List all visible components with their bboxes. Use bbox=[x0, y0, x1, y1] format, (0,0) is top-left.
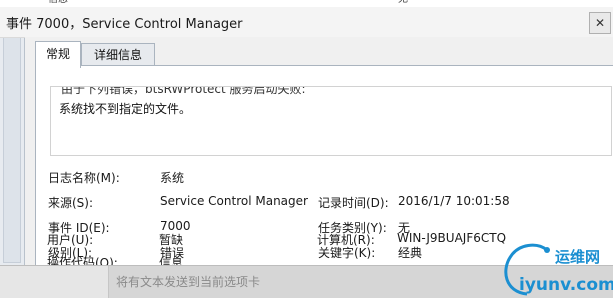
description-line-cut: 由于下列错误，btsRWProtect 服务启动失败: bbox=[61, 86, 306, 96]
bottom-hint: 将有文本发送到当前选项卡 bbox=[116, 275, 261, 289]
log-name-label: 日志名称(M): bbox=[48, 171, 120, 185]
tab-details[interactable]: 详细信息 bbox=[81, 43, 155, 66]
description-line: 系统找不到指定的文件。 bbox=[59, 102, 192, 116]
close-icon[interactable]: ✕ bbox=[589, 12, 611, 34]
user-value: 暂缺 bbox=[159, 233, 184, 247]
logged-value: 2016/1/7 10:01:58 bbox=[398, 194, 510, 208]
keywords-value: 经典 bbox=[398, 246, 423, 260]
computer-value: WIN-J9BUAJF6CTQ bbox=[397, 231, 507, 245]
source-value: Service Control Manager bbox=[160, 194, 308, 208]
logged-label: 记录时间(D): bbox=[318, 196, 389, 210]
description-box[interactable]: 由于下列错误，btsRWProtect 服务启动失败: 系统找不到指定的文件。 bbox=[50, 86, 612, 156]
bottom-left-panel bbox=[0, 266, 109, 298]
window-title-bar: 事件 7000，Service Control Manager ✕ bbox=[0, 7, 613, 38]
source-label: 来源(S): bbox=[48, 196, 94, 210]
window-title: 事件 7000，Service Control Manager bbox=[6, 17, 243, 32]
left-pane-inner bbox=[3, 35, 21, 263]
user-label: 用户(U): bbox=[47, 233, 94, 247]
log-name-value: 系统 bbox=[160, 171, 185, 185]
tab-general[interactable]: 常规 bbox=[35, 41, 81, 68]
left-pane bbox=[0, 7, 25, 265]
bottom-toolbar: 将有文本发送到当前选项卡 bbox=[0, 265, 613, 298]
list-row-level: 信息 bbox=[48, 0, 68, 5]
list-row-category: 无 bbox=[398, 0, 408, 5]
computer-label: 计算机(R): bbox=[317, 233, 375, 247]
